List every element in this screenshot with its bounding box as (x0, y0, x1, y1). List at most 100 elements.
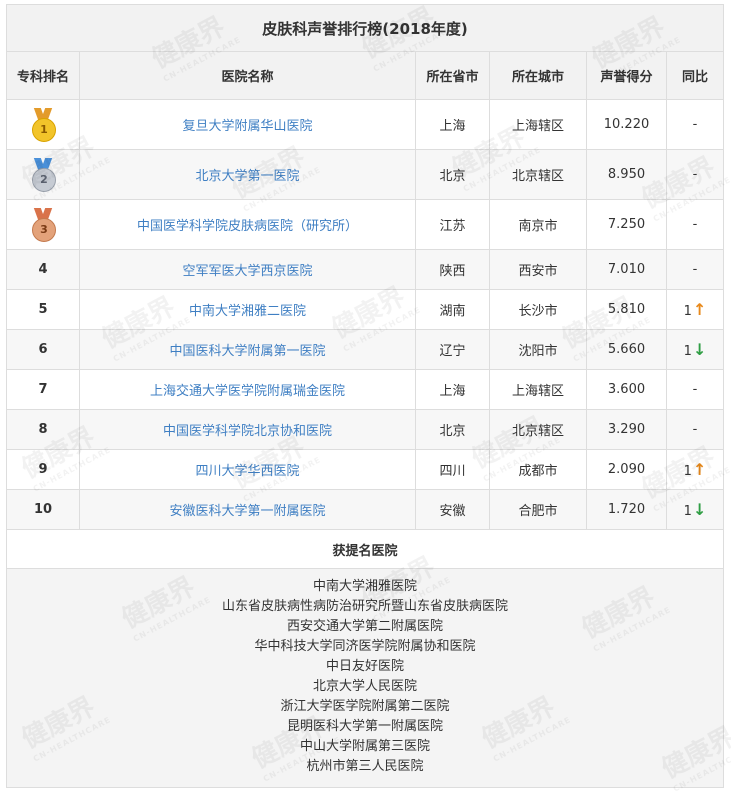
city-cell: 上海辖区 (489, 99, 587, 150)
rank-cell: 2 (6, 149, 80, 200)
city-cell: 西安市 (489, 249, 587, 290)
hospital-link[interactable]: 安徽医科大学第一附属医院 (169, 504, 325, 519)
table-row: 9 四川大学华西医院 四川 成都市 2.090 1↑ (6, 449, 725, 490)
hospital-link[interactable]: 上海交通大学医学院附属瑞金医院 (150, 384, 345, 399)
nominated-title: 获提名医院 (5, 529, 725, 569)
hospital-cell: 上海交通大学医学院附属瑞金医院 (79, 369, 416, 410)
city-cell: 北京辖区 (489, 149, 587, 200)
yoy-value: - (692, 167, 698, 182)
nominated-item: 杭州市第三人民医院 (306, 759, 424, 774)
score-cell: 3.290 (586, 409, 667, 450)
province-cell: 上海 (415, 369, 490, 410)
province-cell: 北京 (415, 149, 490, 200)
nominated-item: 山东省皮肤病性病防治研究所暨山东省皮肤病医院 (222, 599, 509, 614)
bronze-medal-icon: 3 (29, 207, 57, 242)
yoy-value: - (692, 422, 698, 437)
table-row: 4 空军军医大学西京医院 陕西 西安市 7.010 - (6, 249, 725, 290)
table-row: 2 北京大学第一医院 北京 北京辖区 8.950 - (6, 149, 725, 200)
table-row: 1 复旦大学附属华山医院 上海 上海辖区 10.220 - (6, 99, 725, 150)
city-cell: 沈阳市 (489, 329, 587, 370)
rank-cell: 9 (6, 449, 80, 490)
header-city: 所在城市 (489, 51, 587, 100)
table-row: 7 上海交通大学医学院附属瑞金医院 上海 上海辖区 3.600 - (6, 369, 725, 410)
nominated-item: 中山大学附属第三医院 (300, 739, 431, 754)
ranking-container: 皮肤科声誉排行榜(2018年度) 专科排名 医院名称 所在省市 所在城市 声誉得… (5, 4, 725, 788)
score-cell: 1.720 (586, 489, 667, 530)
rank-cell: 7 (6, 369, 80, 410)
nominated-item: 浙江大学医学院附属第二医院 (280, 699, 450, 714)
city-cell: 合肥市 (489, 489, 587, 530)
yoy-cell: 1↓ (665, 489, 725, 530)
score-cell: 10.220 (586, 99, 667, 150)
yoy-cell: - (665, 369, 725, 410)
hospital-cell: 中国医学科学院皮肤病医院（研究所） (79, 199, 416, 250)
hospital-cell: 四川大学华西医院 (79, 449, 416, 490)
yoy-cell: 1↑ (665, 449, 725, 490)
rank-cell: 10 (6, 489, 80, 530)
province-cell: 上海 (415, 99, 490, 150)
rank-cell: 8 (6, 409, 80, 450)
yoy-value: 1 (683, 464, 692, 479)
city-cell: 南京市 (489, 199, 587, 250)
hospital-link[interactable]: 北京大学第一医院 (195, 169, 299, 184)
hospital-link[interactable]: 中国医科大学附属第一医院 (169, 344, 325, 359)
yoy-value: - (692, 262, 698, 277)
city-cell: 长沙市 (489, 289, 587, 330)
hospital-link[interactable]: 中国医学科学院北京协和医院 (163, 424, 332, 439)
score-cell: 5.660 (586, 329, 667, 370)
hospital-cell: 中国医学科学院北京协和医院 (79, 409, 416, 450)
score-cell: 7.250 (586, 199, 667, 250)
yoy-value: 1 (683, 504, 692, 519)
table-row: 3 中国医学科学院皮肤病医院（研究所） 江苏 南京市 7.250 - (6, 199, 725, 250)
hospital-link[interactable]: 中国医学科学院皮肤病医院（研究所） (137, 219, 358, 234)
score-cell: 3.600 (586, 369, 667, 410)
header-score: 声誉得分 (586, 51, 667, 100)
rank-number: 5 (38, 302, 48, 317)
yoy-value: - (692, 382, 698, 397)
hospital-cell: 中南大学湘雅二医院 (79, 289, 416, 330)
table-row: 8 中国医学科学院北京协和医院 北京 北京辖区 3.290 - (6, 409, 725, 450)
city-cell: 成都市 (489, 449, 587, 490)
province-cell: 四川 (415, 449, 490, 490)
header-yoy: 同比 (665, 51, 725, 100)
table-body: 1 复旦大学附属华山医院 上海 上海辖区 10.220-2 北京大学第一医院 北京 北京辖区 8… (6, 99, 725, 530)
yoy-value: - (692, 217, 698, 232)
nominated-list: 中南大学湘雅医院 山东省皮肤病性病防治研究所暨山东省皮肤病医院 西安交通大学第二附属… (5, 568, 725, 788)
rank-cell: 5 (6, 289, 80, 330)
hospital-link[interactable]: 中南大学湘雅二医院 (189, 304, 306, 319)
yoy-value: 1 (683, 344, 692, 359)
silver-medal-icon: 2 (29, 157, 57, 192)
rank-cell: 4 (6, 249, 80, 290)
hospital-cell: 北京大学第一医院 (79, 149, 416, 200)
rank-cell: 3 (6, 199, 80, 250)
score-cell: 8.950 (586, 149, 667, 200)
rank-cell: 6 (6, 329, 80, 370)
arrow-up-icon: ↑ (692, 300, 707, 319)
score-cell: 2.090 (586, 449, 667, 490)
hospital-cell: 空军军医大学西京医院 (79, 249, 416, 290)
table-row: 10 安徽医科大学第一附属医院 安徽 合肥市 1.720 1↓ (6, 489, 725, 530)
hospital-link[interactable]: 复旦大学附属华山医院 (182, 119, 312, 134)
yoy-cell: - (665, 149, 725, 200)
hospital-link[interactable]: 四川大学华西医院 (195, 464, 299, 479)
rank-number: 4 (38, 262, 48, 277)
hospital-cell: 中国医科大学附属第一医院 (79, 329, 416, 370)
rank-number: 10 (33, 502, 53, 517)
hospital-link[interactable]: 空军军医大学西京医院 (182, 264, 312, 279)
header-rank: 专科排名 (6, 51, 80, 100)
hospital-cell: 复旦大学附属华山医院 (79, 99, 416, 150)
province-cell: 辽宁 (415, 329, 490, 370)
header-hospital: 医院名称 (79, 51, 416, 100)
province-cell: 陕西 (415, 249, 490, 290)
nominated-item: 北京大学人民医院 (313, 679, 418, 694)
yoy-cell: 1↑ (665, 289, 725, 330)
gold-medal-icon: 1 (29, 107, 57, 142)
hospital-cell: 安徽医科大学第一附属医院 (79, 489, 416, 530)
rank-cell: 1 (6, 99, 80, 150)
yoy-value: - (692, 117, 698, 132)
arrow-down-icon: ↓ (692, 500, 707, 519)
nominated-item: 中日友好医院 (326, 659, 405, 674)
city-cell: 上海辖区 (489, 369, 587, 410)
ranking-table: 皮肤科声誉排行榜(2018年度) 专科排名 医院名称 所在省市 所在城市 声誉得… (5, 4, 725, 788)
city-cell: 北京辖区 (489, 409, 587, 450)
